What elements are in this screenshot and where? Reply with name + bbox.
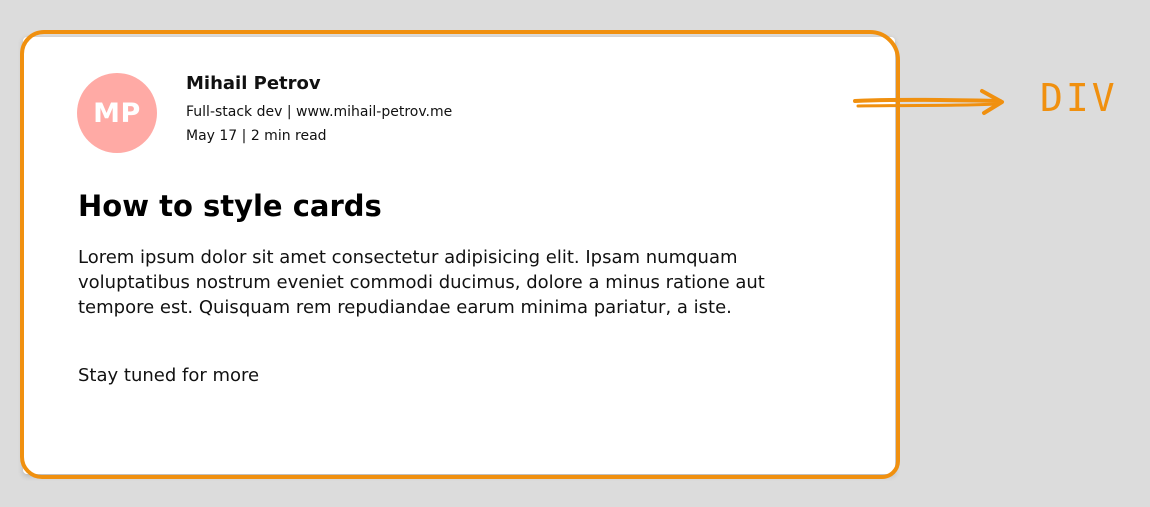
div-annotation-label: DIV xyxy=(1040,76,1118,120)
post-meta: May 17 | 2 min read xyxy=(186,128,327,144)
post-footer: Stay tuned for more xyxy=(78,365,260,386)
avatar: MP xyxy=(77,73,157,153)
post-body: Lorem ipsum dolor sit amet consectetur a… xyxy=(78,247,765,318)
author-role: Full-stack dev | www.mihail-petrov.me xyxy=(186,104,453,120)
article-card: MP Mihail Petrov Full-stack dev | www.mi… xyxy=(23,37,895,474)
post-title: How to style cards xyxy=(78,189,382,223)
author-name: Mihail Petrov xyxy=(186,73,321,94)
arrow-right-icon xyxy=(853,89,1004,115)
